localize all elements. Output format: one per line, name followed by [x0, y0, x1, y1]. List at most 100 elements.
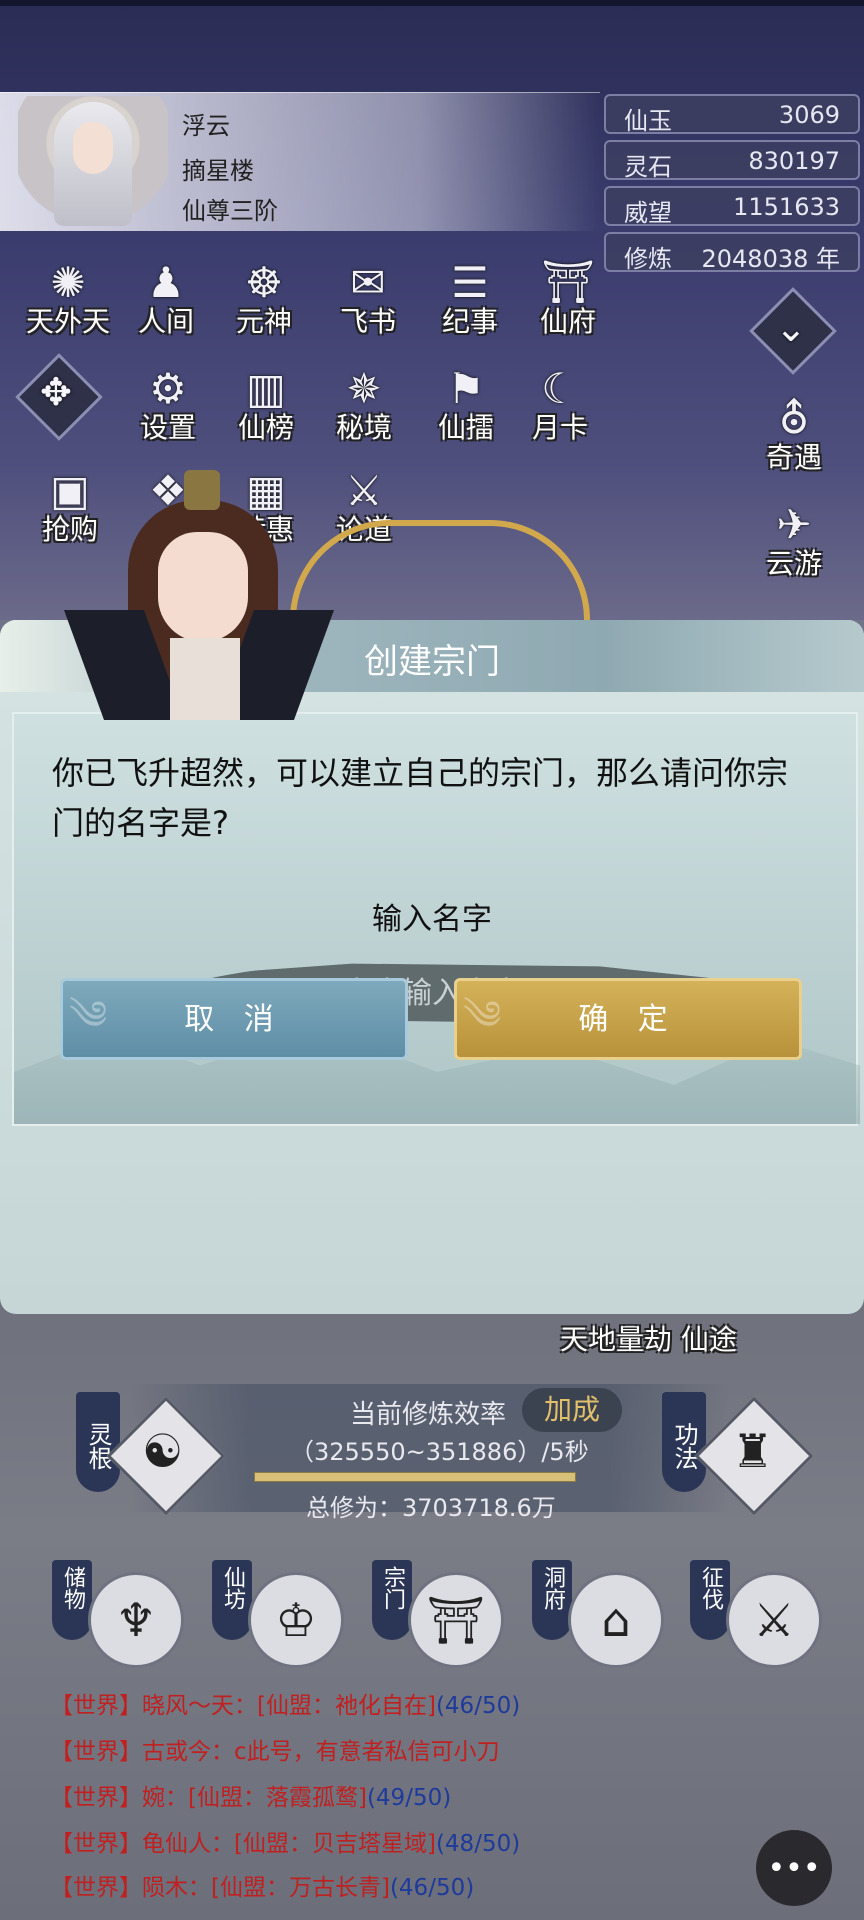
chat-sender: 晓风～天： — [142, 1693, 257, 1719]
cultivation-progress-bar — [254, 1472, 576, 1482]
cultivation-total: 总修为：3703718.6万 — [306, 1494, 556, 1522]
feature-yueka[interactable]: ☾ 月卡 — [514, 360, 606, 452]
quick-xianfang[interactable]: 仙坊 ♔ — [212, 1560, 352, 1670]
chat-message: [仙盟：落霞孤鹜] — [188, 1785, 367, 1811]
resource-xiulian[interactable]: 修炼 2048038 年 — [604, 232, 860, 273]
quick-zhengfa[interactable]: 征伐 ⚔ — [690, 1560, 830, 1670]
chat-line[interactable]: 【世界】婉：[仙盟：落霞孤鹜](49/50) — [50, 1778, 451, 1812]
feature-tianwaitian[interactable]: ✺ 天外天 — [22, 254, 114, 346]
feature-label: 秘境 — [335, 411, 392, 444]
quick-tag: 征伐 — [690, 1560, 730, 1640]
player-avatar[interactable] — [18, 96, 168, 230]
feature-label: 人间 — [137, 305, 194, 338]
chat-channel: 【世界】 — [50, 1739, 142, 1765]
chat-message: c此号，有意者私信可小刀 — [234, 1739, 500, 1765]
treasure-pile-icon: ♔ — [248, 1572, 344, 1668]
cancel-label: 取 消 — [184, 1002, 284, 1037]
feature-jishi[interactable]: ☰ 纪事 — [424, 254, 516, 346]
feature-xianbang[interactable]: ▥ 仙榜 — [220, 360, 312, 452]
bag-icon: ♆ — [88, 1572, 184, 1668]
gongfa-tag[interactable]: 功法 — [662, 1392, 706, 1492]
chat-line[interactable]: 【世界】龟仙人：[仙盟：贝吉塔星域](48/50) — [50, 1824, 520, 1858]
quick-zongmen[interactable]: 宗门 ⛩ — [372, 1560, 512, 1670]
yin-yang-icon: ☯ — [142, 1424, 184, 1478]
resource-weiwang[interactable]: 威望 1151633 — [604, 186, 860, 227]
player-sect: 摘星楼 — [182, 157, 254, 185]
npc-face — [158, 532, 248, 642]
feature-label: 设置 — [139, 411, 196, 444]
feature-yunyou[interactable]: ✈ 云游 — [748, 496, 840, 588]
chat-sender: 陨木： — [142, 1875, 211, 1901]
cultivation-range: （325550~351886）/5秒 — [290, 1438, 589, 1466]
pavilion-icon: ⌂ — [568, 1572, 664, 1668]
resource-lingshi[interactable]: 灵石 830197 — [604, 140, 860, 181]
chat-channel: 【世界】 — [50, 1831, 142, 1857]
avatar-face — [73, 122, 113, 174]
chat-sender: 古或今： — [142, 1739, 234, 1765]
feature-yuanshen[interactable]: ☸ 元神 — [218, 254, 310, 346]
resource-value: 3069 — [778, 101, 840, 129]
chat-sender: 龟仙人： — [142, 1831, 234, 1857]
feature-xianlei[interactable]: ⚑ 仙擂 — [420, 360, 512, 452]
feature-label: 月卡 — [531, 411, 588, 444]
resource-value: 1151633 — [733, 193, 840, 221]
confirm-label: 确 定 — [578, 1002, 678, 1037]
quick-tag: 储物 — [52, 1560, 92, 1640]
resource-label: 灵石 — [624, 153, 672, 181]
chat-channel: 【世界】 — [50, 1693, 142, 1719]
chat-line[interactable]: 【世界】晓风～天：[仙盟：祂化自在](46/50) — [50, 1686, 520, 1720]
quick-dongfu[interactable]: 洞府 ⌂ — [532, 1560, 672, 1670]
cultivation-title: 当前修炼效率 — [350, 1400, 507, 1430]
chat-bubble-icon[interactable]: ••• — [756, 1830, 832, 1906]
chat-sender: 婉： — [142, 1785, 188, 1811]
chevron-down-icon: ⌄ — [775, 306, 807, 350]
feature-shezhi[interactable]: ⚙ 设置 — [122, 360, 214, 452]
resource-xianyu[interactable]: 仙玉 3069 — [604, 94, 860, 135]
chat-message: [仙盟：贝吉塔星域] — [234, 1831, 436, 1857]
input-label: 输入名字 — [372, 902, 492, 937]
feature-label: 奇遇 — [765, 441, 822, 474]
resource-label: 威望 — [624, 199, 672, 227]
feature-renjian[interactable]: ♟ 人间 — [120, 254, 212, 346]
feature-label: 仙府 — [539, 305, 596, 338]
chat-message: [仙盟：祂化自在] — [257, 1693, 436, 1719]
event-banner[interactable]: 天地量劫 仙途 — [560, 1318, 737, 1358]
create-sect-dialog: 创建宗门 你已飞升超然，可以建立自己的宗门，那么请问你宗门的名字是? 输入名字 … — [0, 620, 864, 1314]
chat-line[interactable]: 【世界】陨木：[仙盟：万古长青](46/50) — [50, 1868, 474, 1902]
feature-label: 元神 — [235, 305, 292, 338]
linggen-tag[interactable]: 灵根 — [76, 1392, 120, 1492]
feature-qiyu[interactable]: ⛢ 奇遇 — [748, 390, 840, 482]
feature-feishu[interactable]: ✉ 飞书 — [322, 254, 414, 346]
cancel-button[interactable]: ༄ 取 消 — [60, 978, 408, 1060]
npc-collar — [170, 638, 240, 720]
bonus-button[interactable]: 加成 — [522, 1388, 622, 1432]
feature-label: 飞书 — [339, 305, 396, 338]
chat-count: (46/50) — [389, 1875, 475, 1901]
quick-tag: 洞府 — [532, 1560, 572, 1640]
chat-count: (46/50) — [435, 1693, 521, 1719]
resource-label: 仙玉 — [624, 107, 672, 135]
quick-chuwu[interactable]: 储物 ♆ — [52, 1560, 192, 1670]
crossed-swords-icon: ⚔ — [726, 1572, 822, 1668]
feature-xianfu[interactable]: ⛩ 仙府 — [522, 254, 614, 346]
chat-count: (49/50) — [366, 1785, 452, 1811]
chat-channel: 【世界】 — [50, 1875, 142, 1901]
quick-tag: 仙坊 — [212, 1560, 252, 1640]
feature-label: 仙榜 — [237, 411, 294, 444]
sect-gate-icon: ⛩ — [408, 1572, 504, 1668]
feature-label: 纪事 — [441, 305, 498, 338]
resource-value: 2048038 年 — [701, 245, 840, 273]
status-strip — [0, 0, 864, 6]
feature-label: 云游 — [765, 547, 822, 580]
player-rank: 仙尊三阶 — [182, 197, 278, 225]
feature-mijing[interactable]: ✵ 秘境 — [318, 360, 410, 452]
confirm-button[interactable]: ༄ 确 定 — [454, 978, 802, 1060]
chat-count: (48/50) — [435, 1831, 521, 1857]
chat-message: [仙盟：万古长青] — [211, 1875, 390, 1901]
chat-line[interactable]: 【世界】古或今：c此号，有意者私信可小刀 — [50, 1732, 500, 1766]
cloud-swirl-icon: ༄ — [69, 993, 108, 1039]
chat-channel: 【世界】 — [50, 1785, 142, 1811]
move-arrows-icon: ✥ — [40, 370, 72, 414]
feature-label: 天外天 — [25, 305, 110, 338]
npc-crown — [184, 470, 220, 510]
